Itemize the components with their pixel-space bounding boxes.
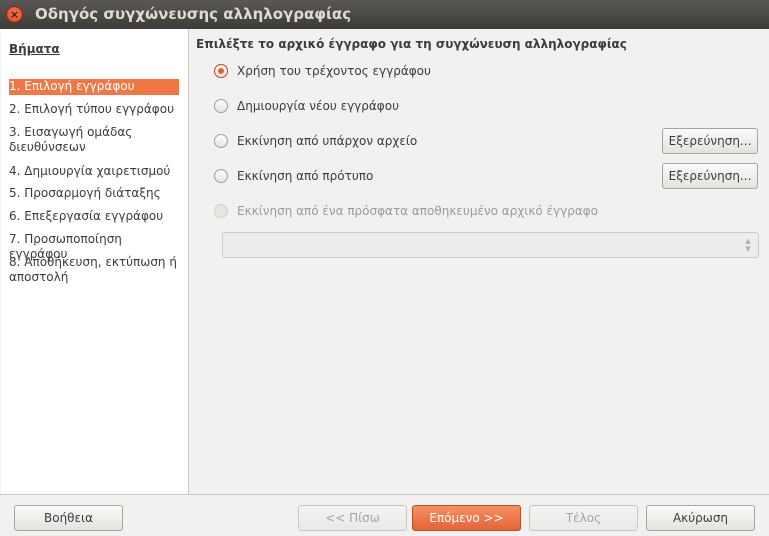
- radio-button[interactable]: [214, 169, 228, 183]
- step-6-edit-document[interactable]: 6. Επεξεργασία εγγράφου: [9, 209, 179, 224]
- main-panel: Επιλέξτε το αρχικό έγγραφο για τη συγχών…: [190, 29, 769, 494]
- option-start-from-template[interactable]: Εκκίνηση από πρότυπο: [214, 169, 373, 183]
- chevron-up-icon: ▲: [745, 237, 751, 245]
- radio-button[interactable]: [214, 134, 228, 148]
- spin-arrows: ▲ ▼: [742, 237, 754, 253]
- close-icon[interactable]: ×: [6, 6, 23, 23]
- radio-button-checked[interactable]: [214, 64, 228, 78]
- step-4-create-salutation[interactable]: 4. Δημιουργία χαιρετισμού: [9, 164, 179, 179]
- browse-template-button[interactable]: Εξερεύνηση...: [662, 163, 758, 189]
- finish-button: Τέλος: [529, 505, 638, 531]
- option-start-from-existing[interactable]: Εκκίνηση από υπάρχον αρχείο: [214, 134, 417, 148]
- step-5-adjust-layout[interactable]: 5. Προσαρμογή διάταξης: [9, 186, 179, 201]
- chevron-down-icon: ▼: [745, 245, 751, 253]
- browse-existing-file-button[interactable]: Εξερεύνηση...: [662, 128, 758, 154]
- window-title: Οδηγός συγχώνευσης αλληλογραφίας: [35, 5, 352, 23]
- steps-sidebar: Βήματα 1. Επιλογή εγγράφου εκκίνησης 2. …: [1, 29, 189, 494]
- step-2-select-document-type[interactable]: 2. Επιλογή τύπου εγγράφου: [9, 102, 179, 117]
- option-label: Χρήση του τρέχοντος εγγράφου: [237, 64, 431, 78]
- next-button[interactable]: Επόμενο >>: [412, 505, 521, 531]
- recent-documents-combo: ▲ ▼: [222, 232, 759, 258]
- option-start-from-recent: Εκκίνηση από ένα πρόσφατα αποθηκευμένο α…: [214, 204, 598, 218]
- option-create-new-document[interactable]: Δημιουργία νέου εγγράφου: [214, 99, 399, 113]
- help-button[interactable]: Βοήθεια: [14, 505, 123, 531]
- title-bar: × Οδηγός συγχώνευσης αλληλογραφίας: [0, 0, 769, 29]
- option-label: Εκκίνηση από ένα πρόσφατα αποθηκευμένο α…: [237, 204, 599, 218]
- steps-heading: Βήματα: [9, 42, 60, 56]
- option-label: Εκκίνηση από υπάρχον αρχείο: [237, 134, 418, 148]
- button-bar: Βοήθεια << Πίσω Επόμενο >> Τέλος Ακύρωση: [0, 494, 769, 536]
- option-use-current-document[interactable]: Χρήση του τρέχοντος εγγράφου: [214, 64, 431, 78]
- step-1-select-starting-document[interactable]: 1. Επιλογή εγγράφου εκκίνησης: [9, 79, 179, 108]
- option-label: Δημιουργία νέου εγγράφου: [237, 99, 400, 113]
- step-3-insert-address-block[interactable]: 3. Εισαγωγή ομάδας διευθύνσεων: [9, 125, 179, 155]
- radio-button[interactable]: [214, 99, 228, 113]
- cancel-button[interactable]: Ακύρωση: [646, 505, 755, 531]
- step-8-save-print-send[interactable]: 8. Αποθήκευση, εκτύπωση ή αποστολή: [9, 255, 179, 285]
- radio-button-disabled: [214, 204, 228, 218]
- option-label: Εκκίνηση από πρότυπο: [237, 169, 374, 183]
- back-button: << Πίσω: [298, 505, 407, 531]
- page-title: Επιλέξτε το αρχικό έγγραφο για τη συγχών…: [196, 37, 627, 51]
